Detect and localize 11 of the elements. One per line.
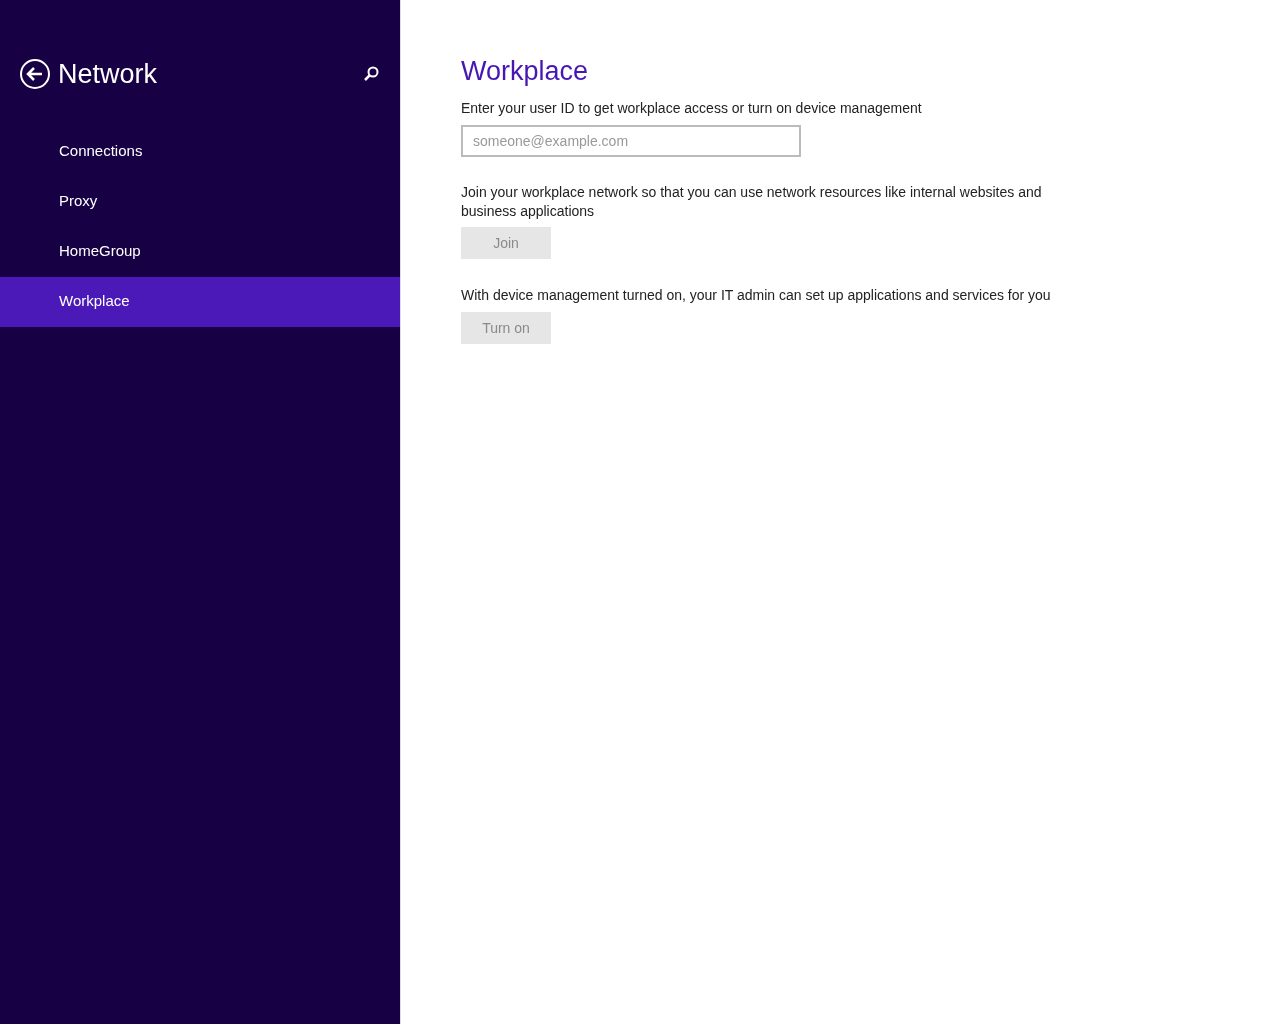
join-description: Join your workplace network so that you can use network resources like internal websites and business applications <box>461 183 1043 221</box>
nav-item[interactable]: Workplace <box>0 276 400 327</box>
device-management-description: With device management turned on, your IT admin can set up applications and services for you <box>461 286 1052 305</box>
back-button[interactable] <box>19 58 51 91</box>
user-id-field[interactable]: someone@example.com <box>461 125 801 157</box>
sidebar-title: Network <box>58 58 158 91</box>
nav-item[interactable]: HomeGroup <box>0 226 400 277</box>
nav-item[interactable]: Connections <box>0 126 400 177</box>
field-label: Enter your user ID to get workplace access or turn on device management <box>461 99 923 118</box>
page-title: Workplace <box>461 55 590 88</box>
nav-item[interactable]: Proxy <box>0 176 400 227</box>
